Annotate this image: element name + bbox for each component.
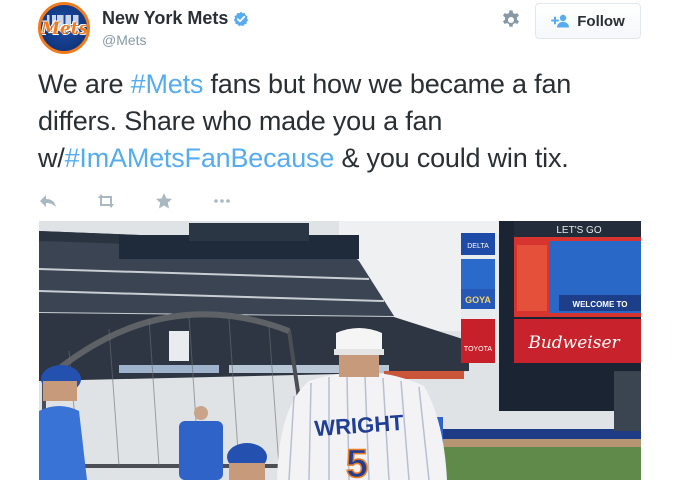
hashtag-link-mets[interactable]: #Mets bbox=[131, 69, 204, 99]
stadium-photo-illustration: DELTA GOYA TOYOTA LET'S GO WELCOME TO Bu… bbox=[39, 221, 641, 480]
display-name[interactable]: New York Mets bbox=[102, 8, 228, 29]
reply-button[interactable] bbox=[38, 190, 96, 212]
tweet-text: We are #Mets fans but how we became a fa… bbox=[38, 66, 650, 177]
welcome-sign: WELCOME TO bbox=[573, 300, 628, 309]
hashtag-link-imametsfanbecause[interactable]: #ImAMetsFanBecause bbox=[65, 143, 335, 173]
follow-button[interactable]: Follow bbox=[535, 3, 641, 39]
account-handle[interactable]: @Mets bbox=[102, 32, 147, 48]
gear-icon[interactable] bbox=[500, 9, 522, 31]
verified-badge-icon bbox=[234, 11, 249, 26]
avatar-logo-text: Mets bbox=[41, 19, 89, 39]
account-name-row[interactable]: New York Mets bbox=[102, 8, 249, 29]
lets-go-sign: LET'S GO bbox=[556, 225, 601, 236]
more-icon bbox=[214, 199, 230, 203]
account-avatar[interactable]: Mets bbox=[38, 2, 90, 54]
more-button[interactable] bbox=[212, 190, 270, 212]
star-icon bbox=[156, 193, 172, 209]
toyota-sign: TOYOTA bbox=[464, 346, 492, 353]
delta-sign: DELTA bbox=[467, 243, 489, 250]
tweet-text-segment: & you could win tix. bbox=[334, 143, 569, 173]
retweet-icon bbox=[98, 194, 114, 208]
tweet-actions bbox=[38, 190, 270, 212]
reply-icon bbox=[40, 195, 56, 207]
favorite-button[interactable] bbox=[154, 190, 212, 212]
retweet-button[interactable] bbox=[96, 190, 154, 212]
add-user-icon bbox=[551, 14, 570, 28]
goya-sign: GOYA bbox=[465, 295, 491, 305]
tweet-photo[interactable]: DELTA GOYA TOYOTA LET'S GO WELCOME TO Bu… bbox=[39, 221, 641, 480]
budweiser-sign: Budweiser bbox=[527, 333, 620, 353]
jersey-number: 5 bbox=[346, 442, 368, 480]
tweet-text-segment: We are bbox=[38, 69, 131, 99]
follow-button-label: Follow bbox=[577, 12, 625, 30]
